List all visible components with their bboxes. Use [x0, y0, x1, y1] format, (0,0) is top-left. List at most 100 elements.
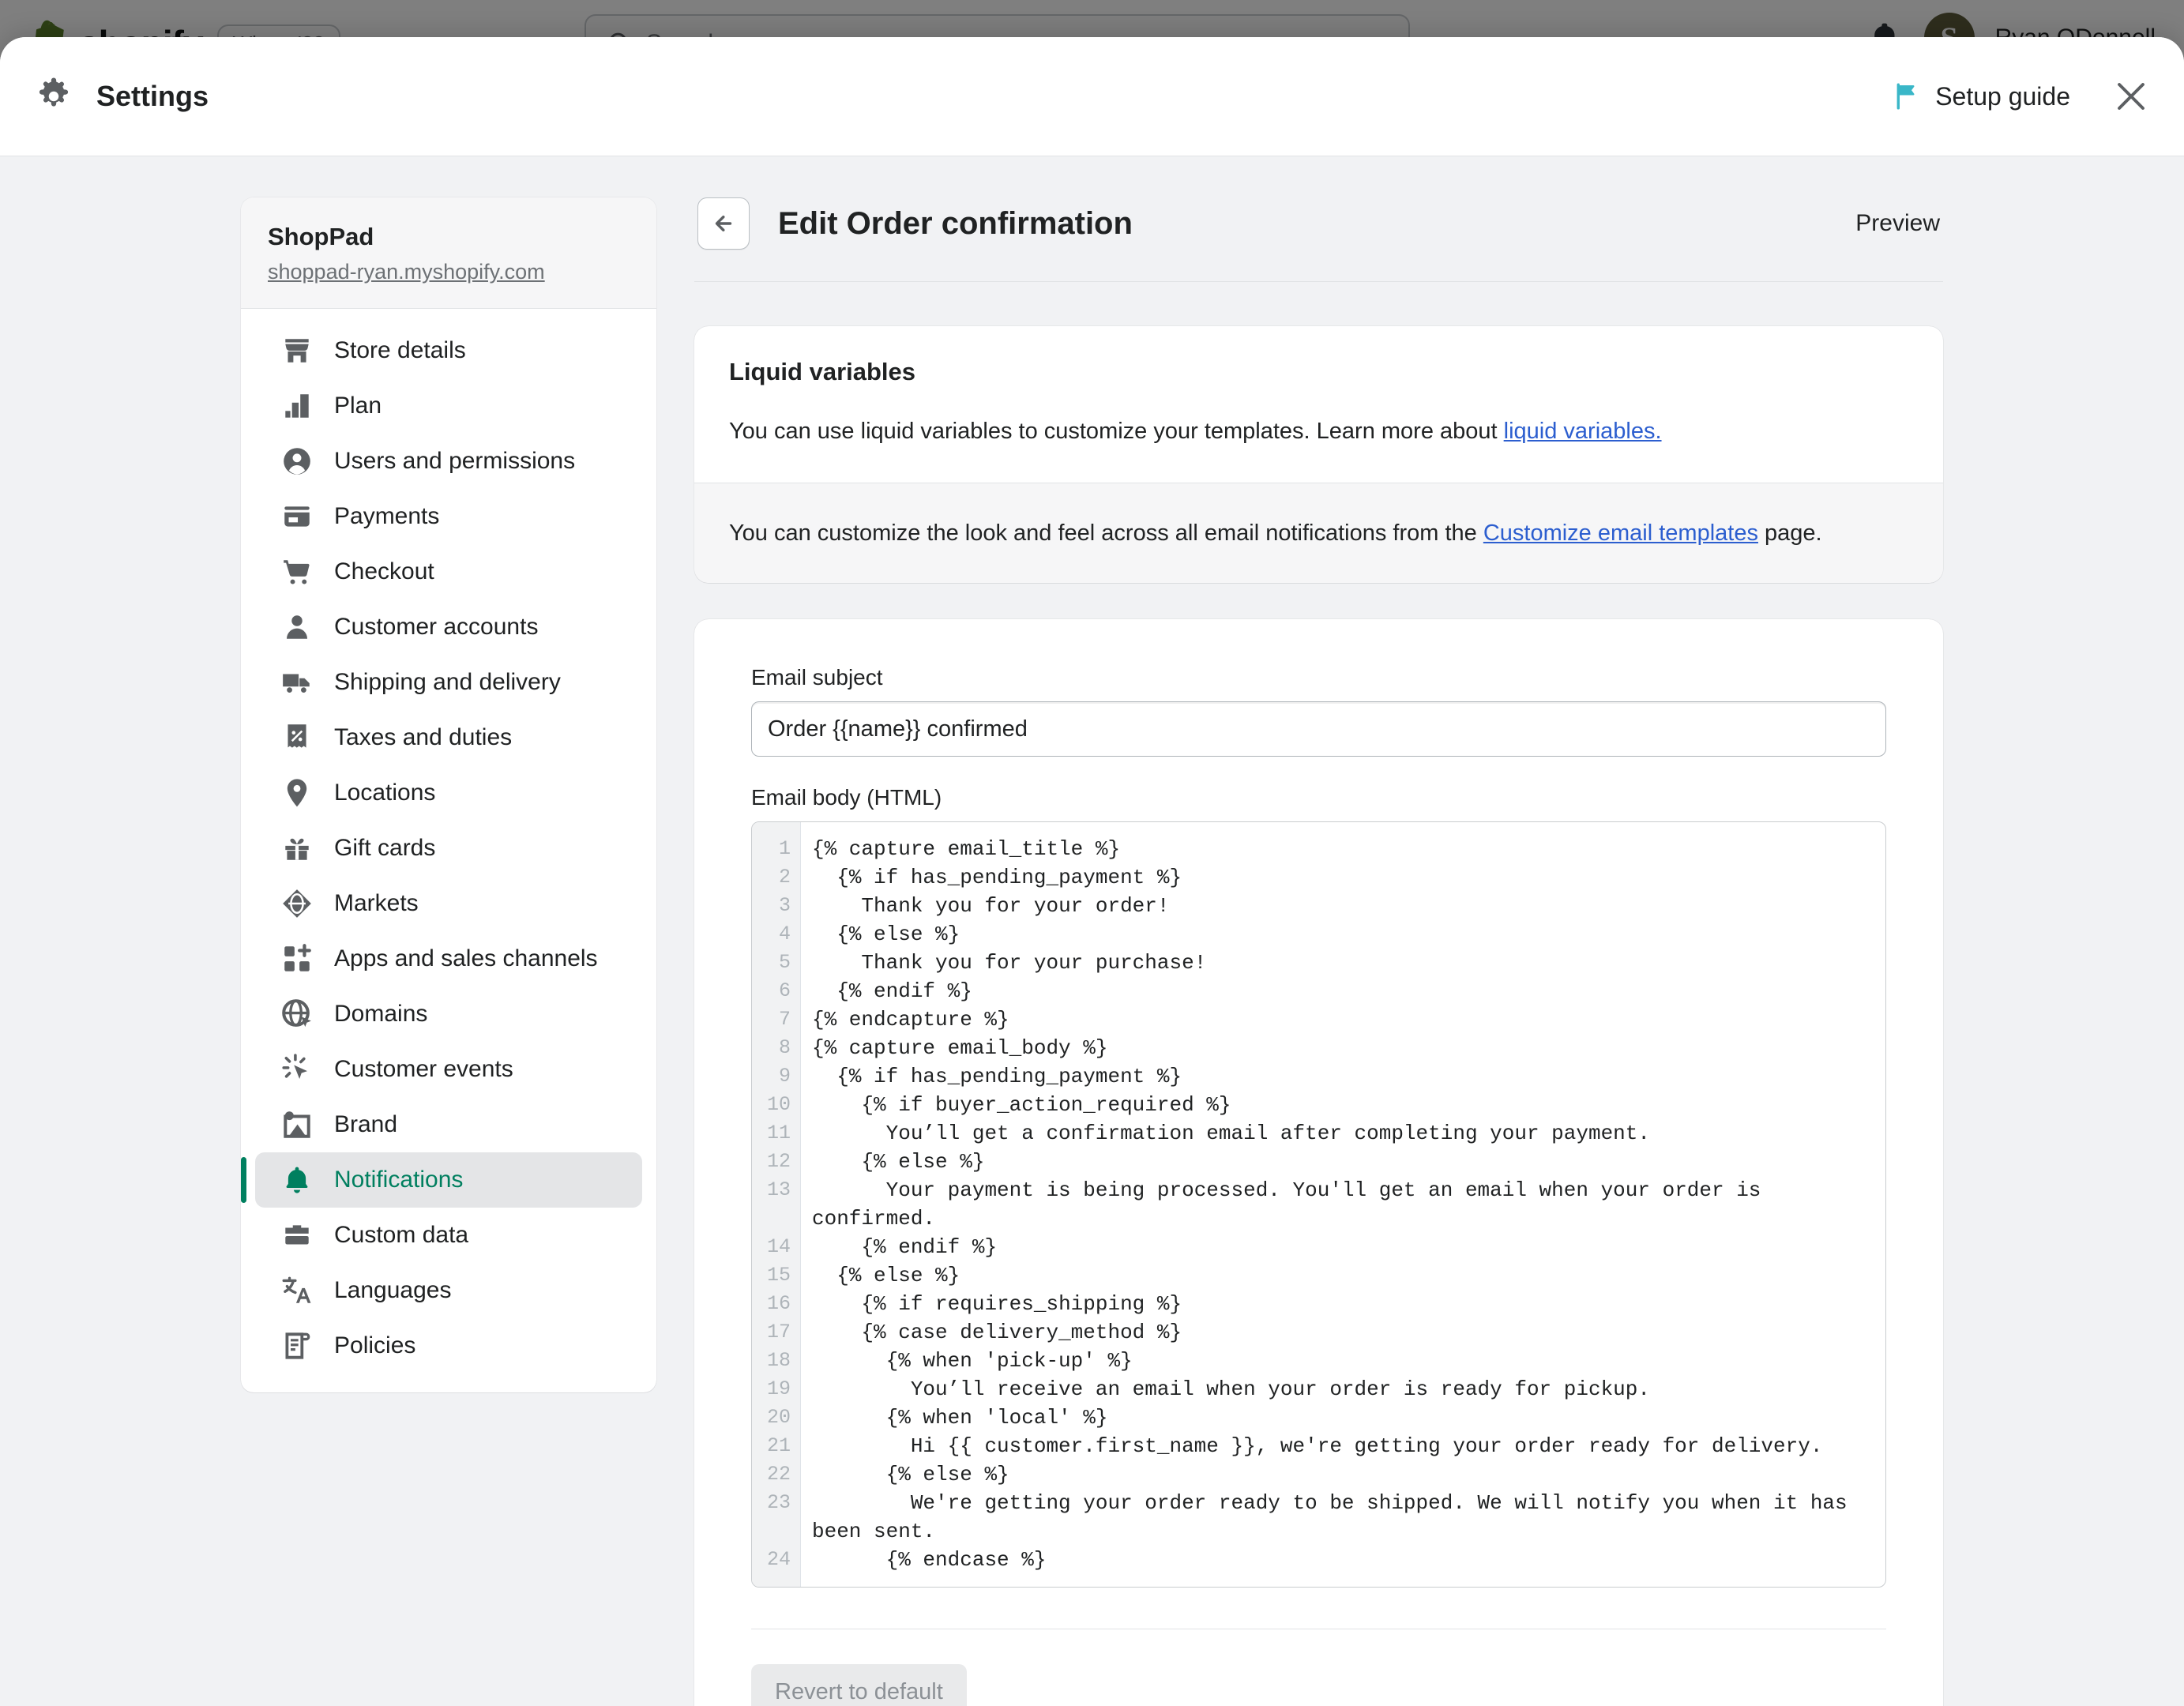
- shopping-cart-icon: [284, 560, 310, 584]
- email-subject-label: Email subject: [751, 665, 883, 690]
- sidebar-item-custom-data[interactable]: Custom data: [255, 1208, 642, 1263]
- sidebar-item-label: Languages: [334, 1277, 452, 1303]
- liquid-variables-link[interactable]: liquid variables.: [1504, 419, 1662, 444]
- sidebar-item-label: Gift cards: [334, 835, 436, 861]
- code-line-number: 19: [766, 1377, 791, 1401]
- database-blocks-icon: [285, 1225, 309, 1245]
- code-line: {% capture email_body %}: [812, 1036, 1108, 1061]
- sidebar-item-users-and-permissions[interactable]: Users and permissions: [255, 434, 642, 489]
- sidebar-item-plan[interactable]: Plan: [255, 378, 642, 434]
- code-line: {% else %}: [812, 1264, 960, 1288]
- code-line-number: 2: [778, 866, 791, 889]
- preview-button[interactable]: Preview: [1855, 210, 1940, 237]
- sidebar-item-brand[interactable]: Brand: [255, 1097, 642, 1152]
- code-line-number: 8: [778, 1036, 791, 1060]
- sidebar-item-notifications[interactable]: Notifications: [241, 1152, 642, 1208]
- code-line-number: 3: [778, 894, 791, 918]
- code-line-number: 12: [766, 1150, 791, 1174]
- sidebar-item-label: Apps and sales channels: [334, 945, 598, 971]
- receipt-percent-icon: [288, 724, 306, 748]
- customize-email-templates-link[interactable]: Customize email templates: [1483, 520, 1758, 546]
- modal-header-left: Settings: [35, 77, 209, 115]
- code-line: {% if buyer_action_required %}: [812, 1093, 1231, 1118]
- sidebar-item-store-details[interactable]: Store details: [255, 323, 642, 378]
- liquid-variables-section: Liquid variables You can use liquid vari…: [694, 326, 1943, 483]
- sidebar-item-label: Markets: [334, 890, 419, 916]
- code-content[interactable]: {% capture email_title %} {% if has_pend…: [801, 822, 1885, 1587]
- customize-templates-banner: You can customize the look and feel acro…: [694, 483, 1943, 584]
- code-line: {% case delivery_method %}: [812, 1321, 1182, 1345]
- revert-to-default-button[interactable]: Revert to default: [751, 1664, 967, 1706]
- customize-templates-text: You can customize the look and feel acro…: [729, 517, 1908, 550]
- modal-title: Settings: [96, 80, 209, 112]
- code-line-number: 7: [778, 1008, 791, 1031]
- flag-icon: [1896, 83, 1915, 110]
- sidebar-item-label: Customer events: [334, 1056, 513, 1082]
- sidebar-item-label: Customer accounts: [334, 614, 539, 640]
- globe-icon: [282, 999, 311, 1028]
- sidebar-item-apps-and-sales-channels[interactable]: Apps and sales channels: [255, 931, 642, 986]
- email-subject-input[interactable]: [751, 701, 1886, 757]
- setup-guide-label: Setup guide: [1935, 81, 2070, 111]
- code-line: {% else %}: [812, 1463, 1009, 1487]
- code-line-number: 23: [766, 1491, 791, 1515]
- code-line-number: 15: [766, 1264, 791, 1287]
- sidebar-item-policies[interactable]: Policies: [255, 1318, 642, 1373]
- translate-icon: [282, 1276, 311, 1303]
- close-icon[interactable]: [2113, 78, 2149, 115]
- email-body-label: Email body (HTML): [751, 785, 942, 810]
- sidebar-item-label: Taxes and duties: [334, 724, 513, 750]
- email-template-form-card: Email subject Email body (HTML) 12345678…: [694, 619, 1943, 1706]
- settings-modal-header: Settings Setup guide: [0, 37, 2184, 156]
- back-button[interactable]: [697, 197, 750, 250]
- code-line-number: 10: [766, 1093, 791, 1117]
- settings-sidebar: ShopPad shoppad-ryan.myshopify.com Store…: [241, 197, 656, 1392]
- sidebar-item-label: Payments: [334, 503, 440, 529]
- sidebar-item-payments[interactable]: Payments: [255, 489, 642, 544]
- sidebar-item-label: Users and permissions: [334, 448, 576, 474]
- sidebar-item-label: Custom data: [334, 1222, 469, 1248]
- sidebar-item-label: Domains: [334, 1001, 428, 1027]
- liquid-description-text: You can use liquid variables to customiz…: [729, 419, 1504, 444]
- store-url-link[interactable]: shoppad-ryan.myshopify.com: [268, 260, 545, 284]
- active-accent-bar: [241, 1157, 246, 1203]
- sidebar-item-gift-cards[interactable]: Gift cards: [255, 821, 642, 876]
- user-circle-icon: [284, 448, 310, 475]
- code-line-numbers: 1 2 3 4 5 6 7 8 9 10 11 12 13 14 15 16 17 18 19 20 21 22 23 24: [752, 822, 801, 1588]
- liquid-variables-card: Liquid variables You can use liquid vari…: [694, 326, 1943, 584]
- code-line-number: 24: [766, 1548, 791, 1572]
- settings-modal: Settings Setup guide ShopPad shoppad-rya…: [0, 37, 2184, 1706]
- sidebar-item-shipping-and-delivery[interactable]: Shipping and delivery: [255, 655, 642, 710]
- sidebar-item-customer-events[interactable]: Customer events: [255, 1042, 642, 1097]
- gear-icon: [39, 77, 69, 107]
- sidebar-item-label: Notifications: [334, 1167, 464, 1193]
- settings-nav: Store details Plan Users and permissions Pa…: [241, 309, 656, 1392]
- sidebar-item-taxes-and-duties[interactable]: Taxes and duties: [255, 710, 642, 765]
- modal-header-right: Setup guide: [1891, 78, 2149, 115]
- sidebar-item-label: Store details: [334, 337, 466, 363]
- code-line: You’ll receive an email when your order …: [812, 1377, 1650, 1402]
- code-line: We're getting your order ready to be shi…: [812, 1491, 1860, 1544]
- code-line: {% endif %}: [812, 979, 972, 1004]
- cursor-click-icon: [282, 1054, 308, 1079]
- plan-steps-icon: [285, 394, 309, 418]
- sidebar-item-customer-accounts[interactable]: Customer accounts: [255, 599, 642, 655]
- sidebar-item-label: Locations: [334, 780, 436, 806]
- code-line: {% endcapture %}: [812, 1008, 1009, 1032]
- code-line: {% when 'pick-up' %}: [812, 1349, 1133, 1373]
- delivery-truck-icon: [283, 674, 310, 693]
- sidebar-item-languages[interactable]: Languages: [255, 1263, 642, 1318]
- code-line-number: 4: [778, 923, 791, 946]
- code-line-number: 6: [778, 979, 791, 1003]
- sidebar-item-markets[interactable]: Markets: [255, 876, 642, 931]
- sidebar-item-domains[interactable]: Domains: [255, 986, 642, 1042]
- setup-guide-button[interactable]: Setup guide: [1891, 81, 2070, 111]
- sidebar-item-checkout[interactable]: Checkout: [255, 544, 642, 599]
- liquid-variables-description: You can use liquid variables to customiz…: [729, 415, 1908, 448]
- arrow-left-icon: [715, 215, 732, 232]
- code-line: Thank you for your purchase!: [812, 951, 1207, 975]
- globe-diamond-icon: [283, 889, 311, 918]
- sidebar-item-locations[interactable]: Locations: [255, 765, 642, 821]
- email-body-code-editor[interactable]: 1 2 3 4 5 6 7 8 9 10 11 12 13 14 15 16 17 18 19 20 21 22 23 24 …: [751, 821, 1886, 1588]
- code-line: {% endif %}: [812, 1235, 998, 1260]
